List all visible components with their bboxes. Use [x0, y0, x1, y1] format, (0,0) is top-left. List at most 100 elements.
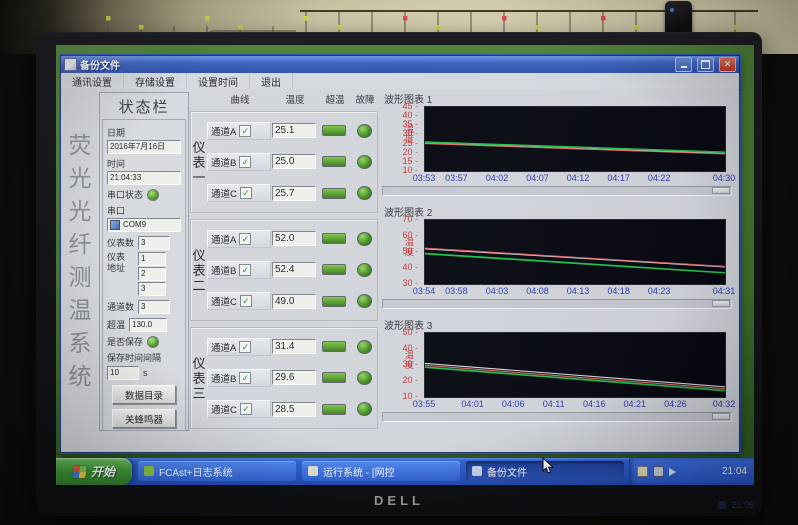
close-button[interactable]: ✕	[719, 57, 736, 72]
channel-label: 通道C	[211, 294, 237, 308]
channel-row: 通道B✓29.6	[207, 365, 377, 391]
channel-strip: 通道A✓	[207, 230, 271, 248]
menu-item-1[interactable]: 通讯设置	[61, 73, 124, 89]
chart-scrollbar[interactable]	[382, 412, 732, 422]
channel-strip: 通道B✓	[207, 369, 271, 387]
channel-strip: 通道A✓	[207, 338, 271, 356]
x-axis-tick: 04:08	[526, 286, 549, 296]
channel-label: 通道B	[211, 371, 236, 385]
channel-count-field[interactable]: 3	[138, 300, 170, 314]
x-axis-tick: 04:07	[526, 173, 549, 183]
y-axis-tick: 20 -	[380, 375, 418, 385]
system-title-char: 系	[65, 327, 95, 360]
address-list: 123	[138, 252, 166, 296]
instrument-group-1: 仪表一通道A✓25.1通道B✓25.0通道C✓25.7	[190, 111, 378, 213]
curve-checkbox[interactable]: ✓	[239, 372, 251, 384]
instrument-name-char: 表	[192, 263, 205, 278]
curve-checkbox[interactable]: ✓	[240, 295, 252, 307]
overtemp-led	[322, 125, 346, 136]
serial-label: 串口	[107, 204, 181, 217]
overtemp-cell	[317, 341, 351, 352]
chart-plot-area	[424, 219, 726, 285]
curve-checkbox[interactable]: ✓	[240, 187, 252, 199]
overtemp-field[interactable]: 130.0	[129, 318, 167, 332]
address-item-3[interactable]: 3	[138, 282, 166, 296]
taskbar-task-label: FCAst+日志系统	[159, 464, 233, 479]
ime-tray-icon[interactable]	[637, 466, 648, 477]
volume-icon[interactable]	[669, 468, 676, 476]
y-axis-tick: 30 -	[380, 359, 418, 369]
curve-checkbox[interactable]: ✓	[239, 264, 251, 276]
temperature-display: 31.4	[272, 339, 316, 354]
channel-row: 通道B✓52.4	[207, 257, 377, 283]
chart-scrollbar-thumb[interactable]	[712, 413, 730, 420]
chart-scrollbar-thumb[interactable]	[712, 187, 730, 194]
channel-label: 通道A	[211, 232, 236, 246]
usb-icon[interactable]	[653, 466, 664, 477]
temp-cell: 31.4	[271, 339, 317, 354]
curve-checkbox[interactable]: ✓	[239, 233, 251, 245]
serial-port-select[interactable]: COM9	[107, 218, 181, 232]
photo-scene: 备份文件 ✕ 通讯设置存储设置设置时间退出 荧光光纤测温系统 状态栏 日期 20…	[0, 0, 798, 525]
channel-row: 通道A✓31.4	[207, 334, 377, 360]
y-axis-tick: 40 -	[380, 343, 418, 353]
chart-scrollbar-thumb[interactable]	[712, 300, 730, 307]
bezel-reflection-icon	[718, 501, 726, 509]
overtemp-led	[322, 233, 346, 244]
x-axis-tick: 04:18	[607, 286, 630, 296]
temperature-display: 25.0	[272, 154, 316, 169]
x-axis-tick: 04:01	[461, 399, 484, 409]
buzzer-off-button[interactable]: 关蜂鸣器	[112, 409, 176, 428]
x-axis-tick: 04:13	[567, 286, 590, 296]
status-panel: 状态栏 日期 2016年7月16日 时间 21:04:33 串口状态 串口	[99, 92, 189, 431]
x-axis-tick: 04:12	[567, 173, 590, 183]
address-item-1[interactable]: 1	[138, 252, 166, 266]
taskbar-task-label: 运行系统 - [网控	[323, 464, 395, 479]
fault-cell	[351, 232, 377, 246]
instrument-name-char: 仪	[192, 356, 205, 371]
chart-scrollbar[interactable]	[382, 186, 732, 196]
dell-monitor: 备份文件 ✕ 通讯设置存储设置设置时间退出 荧光光纤测温系统 状态栏 日期 20…	[36, 32, 762, 516]
channel-label: 通道A	[211, 124, 236, 138]
taskbar-task-2[interactable]: 运行系统 - [网控	[302, 461, 460, 481]
system-title-char: 荧	[65, 129, 95, 162]
interval-field[interactable]: 10	[107, 366, 139, 380]
start-button[interactable]: 开始	[56, 458, 132, 485]
x-axis-tick: 04:06	[502, 399, 525, 409]
instrument-count-field[interactable]: 3	[138, 236, 170, 250]
chart-series-lines	[425, 220, 725, 284]
x-axis-tick: 04:03	[486, 286, 509, 296]
series-line-通道B	[425, 365, 725, 388]
menu-item-4[interactable]: 退出	[250, 73, 293, 89]
curve-checkbox[interactable]: ✓	[240, 403, 252, 415]
overtemp-cell	[317, 188, 351, 199]
channel-row: 通道C✓25.7	[207, 180, 377, 206]
minimize-button[interactable]	[675, 57, 692, 72]
system-title-vertical: 荧光光纤测温系统	[65, 129, 95, 393]
header-overtemp: 超温	[318, 92, 352, 106]
system-title-char: 光	[65, 195, 95, 228]
taskbar-task-1[interactable]: FCAst+日志系统	[138, 461, 296, 481]
instrument-name: 仪表三	[191, 356, 207, 401]
channel-count-label: 通道数	[107, 300, 134, 313]
y-axis-tick: 50 -	[380, 246, 418, 256]
menu-item-3[interactable]: 设置时间	[187, 73, 250, 89]
instrument-name: 仪表一	[191, 140, 207, 185]
curve-checkbox[interactable]: ✓	[239, 156, 251, 168]
x-axis-tick: 03:53	[413, 173, 436, 183]
temperature-display: 52.4	[272, 262, 316, 277]
address-item-2[interactable]: 2	[138, 267, 166, 281]
taskbar-task-3[interactable]: 备份文件	[466, 461, 624, 481]
waveform-chart-1: 波形图表 1温度45 -40 -35 -30 -25 -20 -15 -10 -…	[380, 91, 738, 197]
curve-checkbox[interactable]: ✓	[239, 341, 251, 353]
maximize-button[interactable]	[697, 57, 714, 72]
data-directory-button[interactable]: 数据目录	[112, 385, 176, 404]
temperature-display: 29.6	[272, 370, 316, 385]
serial-status-led	[147, 189, 159, 201]
temperature-display: 28.5	[272, 402, 316, 417]
curve-checkbox[interactable]: ✓	[239, 125, 251, 137]
temp-cell: 25.1	[271, 123, 317, 138]
menu-item-2[interactable]: 存储设置	[124, 73, 187, 89]
channel-label: 通道C	[211, 186, 237, 200]
chart-scrollbar[interactable]	[382, 299, 732, 309]
